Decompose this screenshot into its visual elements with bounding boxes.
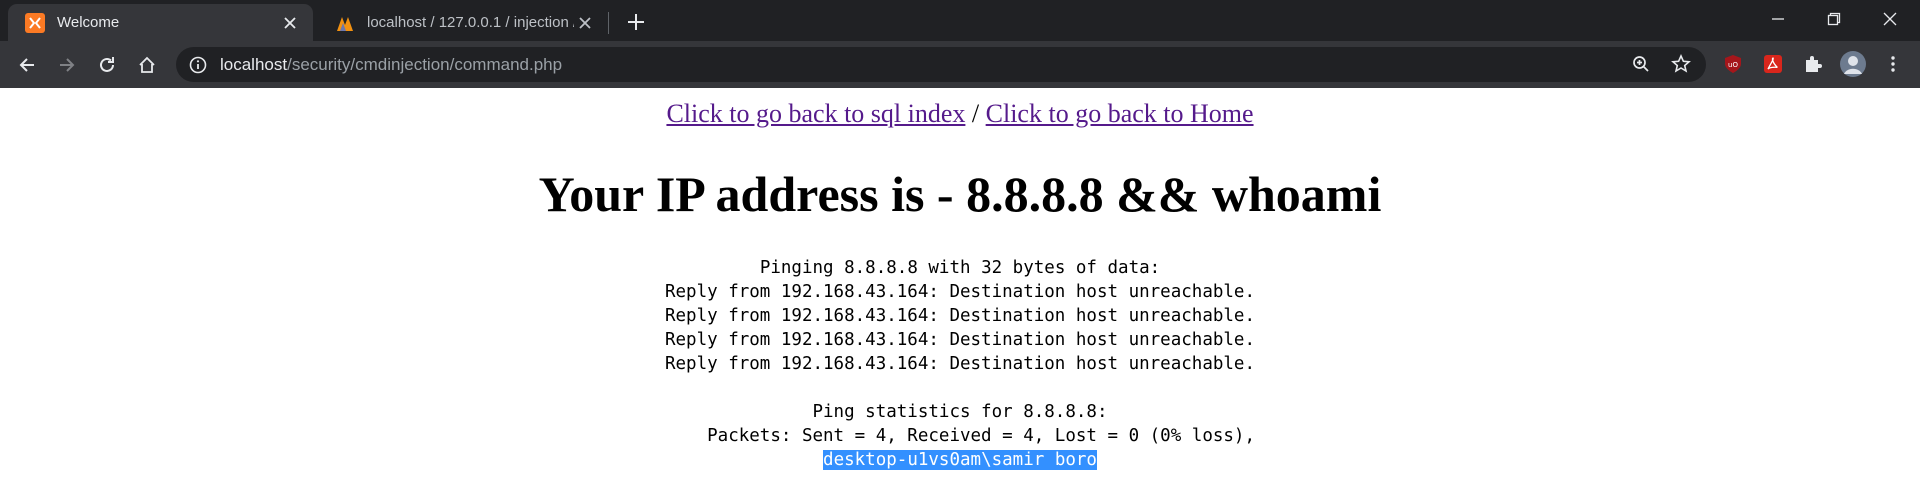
minimize-button[interactable] bbox=[1750, 0, 1806, 38]
puzzle-icon bbox=[1806, 56, 1822, 72]
address-bar[interactable]: localhost/security/cmdinjection/command.… bbox=[176, 47, 1706, 82]
output-line: Reply from 192.168.43.164: Destination h… bbox=[664, 330, 1255, 350]
output-line: Packets: Sent = 4, Received = 4, Lost = … bbox=[664, 426, 1255, 446]
pdf-extension-button[interactable] bbox=[1760, 51, 1786, 77]
output-line: Reply from 192.168.43.164: Destination h… bbox=[664, 282, 1255, 302]
home-link[interactable]: Click to go back to Home bbox=[986, 99, 1254, 128]
output-line: Pinging 8.8.8.8 with 32 bytes of data: bbox=[759, 258, 1161, 278]
arrow-left-icon bbox=[19, 58, 34, 72]
page-content: Click to go back to sql index / Click to… bbox=[0, 88, 1920, 500]
svg-text:uO: uO bbox=[1728, 61, 1738, 69]
output-line: Reply from 192.168.43.164: Destination h… bbox=[664, 306, 1255, 326]
extensions-button[interactable] bbox=[1800, 51, 1826, 77]
back-button[interactable] bbox=[12, 50, 42, 80]
close-window-button[interactable] bbox=[1862, 0, 1918, 38]
page-title: Your IP address is - 8.8.8.8 && whoami bbox=[538, 166, 1382, 222]
selected-text[interactable]: desktop-u1vs0am\samir boro bbox=[823, 450, 1097, 470]
bookmark-button[interactable] bbox=[1668, 51, 1694, 77]
tab-welcome[interactable]: Welcome bbox=[8, 4, 313, 41]
tab-separator bbox=[608, 12, 609, 34]
new-tab-button[interactable] bbox=[623, 9, 649, 35]
nav-links: Click to go back to sql index / Click to… bbox=[0, 99, 1920, 129]
close-icon bbox=[1883, 12, 1897, 26]
phpmyadmin-icon bbox=[337, 16, 353, 31]
restore-icon bbox=[1827, 12, 1841, 26]
ublock-icon: uO bbox=[1725, 55, 1741, 73]
url-text: localhost/security/cmdinjection/command.… bbox=[220, 55, 562, 75]
arrow-right-icon bbox=[60, 58, 75, 72]
avatar-icon bbox=[1840, 51, 1866, 77]
home-button[interactable] bbox=[132, 50, 162, 80]
plus-icon bbox=[628, 14, 644, 30]
zoom-button[interactable] bbox=[1628, 51, 1654, 77]
profile-avatar[interactable] bbox=[1838, 49, 1868, 79]
url-path: /security/cmdinjection/command.php bbox=[287, 54, 563, 74]
close-tab-icon[interactable] bbox=[279, 12, 301, 34]
kebab-menu-icon bbox=[1891, 56, 1895, 72]
link-separator: / bbox=[965, 99, 986, 128]
home-icon bbox=[139, 56, 155, 73]
acrobat-icon bbox=[1764, 55, 1782, 73]
url-host: localhost bbox=[220, 54, 288, 74]
output-line: Reply from 192.168.43.164: Destination h… bbox=[664, 354, 1255, 374]
reload-icon bbox=[100, 57, 114, 72]
forward-button[interactable] bbox=[52, 50, 82, 80]
menu-button[interactable] bbox=[1880, 51, 1906, 77]
tab-title: localhost / 127.0.0.1 / injection / c bbox=[367, 14, 574, 31]
tab-title: Welcome bbox=[57, 14, 120, 31]
close-tab-icon[interactable] bbox=[574, 12, 596, 34]
xampp-icon bbox=[25, 12, 45, 33]
tab-phpmyadmin[interactable]: localhost / 127.0.0.1 / injection / c bbox=[318, 4, 608, 41]
reload-button[interactable] bbox=[92, 50, 122, 80]
command-output: Pinging 8.8.8.8 with 32 bytes of data: R… bbox=[0, 256, 1920, 472]
tab-strip: Welcome localhost / 127.0.0.1 / injectio… bbox=[0, 0, 1920, 41]
output-line: Ping statistics for 8.8.8.8: bbox=[812, 402, 1108, 422]
star-icon bbox=[1671, 54, 1691, 73]
ublock-extension-button[interactable]: uO bbox=[1720, 51, 1746, 77]
minimize-icon bbox=[1772, 18, 1784, 20]
whoami-output-line: desktop-u1vs0am\samir boro bbox=[823, 448, 1097, 472]
restore-button[interactable] bbox=[1806, 0, 1862, 38]
info-icon[interactable] bbox=[188, 55, 208, 75]
sql-index-link[interactable]: Click to go back to sql index bbox=[666, 99, 965, 128]
browser-toolbar: localhost/security/cmdinjection/command.… bbox=[0, 41, 1920, 88]
zoom-icon bbox=[1633, 56, 1649, 72]
